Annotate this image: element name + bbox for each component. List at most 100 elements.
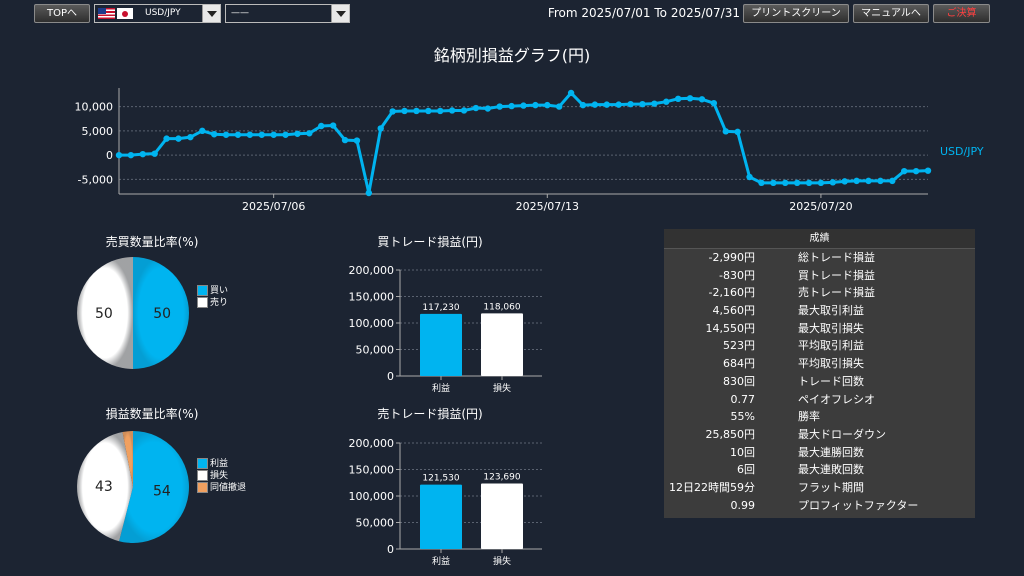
data-point xyxy=(758,179,765,187)
results-label: 総トレード損益 xyxy=(798,251,875,264)
results-value: 14,550円 xyxy=(705,321,756,335)
print-screen-button[interactable]: プリントスクリーン xyxy=(743,4,849,23)
y-tick-label: 150,000 xyxy=(349,291,395,304)
data-point xyxy=(674,95,682,102)
results-value: 523円 xyxy=(723,339,755,353)
legend-label: 同値撤退 xyxy=(210,483,247,493)
results-list: -2,990円 総トレード損益 -830円 買トレード損益 -2,160円 売トレード損益… xyxy=(664,249,975,514)
currency-pair-value: USD/JPY xyxy=(145,8,181,18)
results-value: 10回 xyxy=(730,445,755,459)
results-value: 6回 xyxy=(737,463,755,477)
legend-item-profit: 利益 xyxy=(197,458,246,470)
data-point xyxy=(460,107,468,114)
results-row: 12日22時間59分 フラット期間 xyxy=(664,479,975,497)
data-point xyxy=(865,177,872,185)
trade-ratio-legend: 買い 売り xyxy=(197,285,228,309)
results-label: 売トレード損益 xyxy=(798,286,875,300)
chevron-down-icon[interactable] xyxy=(202,5,220,22)
data-point xyxy=(246,131,254,138)
chevron-down-icon[interactable] xyxy=(331,5,349,22)
y-tick-label: 0 xyxy=(106,149,113,162)
results-value: 4,560円 xyxy=(712,304,756,318)
us-flag-icon xyxy=(98,8,115,19)
data-point xyxy=(591,101,599,108)
pl-ratio-legend: 利益 損失 同値撤退 xyxy=(197,458,246,494)
results-label: 平均取引損失 xyxy=(798,357,864,371)
profit-line-chart: 10,000 5,000 0 -5,000 2025/07/06 2025/07/13 20… xyxy=(75,88,984,213)
data-point xyxy=(734,128,741,136)
results-label: 最大取引利益 xyxy=(798,304,864,318)
currency-pair-select[interactable]: USD/JPY xyxy=(94,4,221,23)
data-point xyxy=(329,122,337,129)
data-point xyxy=(187,133,194,141)
data-point xyxy=(627,100,634,108)
results-label: 最大ドローダウン xyxy=(798,427,886,441)
y-tick-label: 200,000 xyxy=(349,437,395,450)
data-point xyxy=(746,173,753,181)
data-point xyxy=(163,135,170,142)
results-value: 25,850円 xyxy=(705,427,756,441)
x-tick-label: 2025/07/13 xyxy=(516,200,579,213)
data-point xyxy=(615,101,622,108)
results-value: 830回 xyxy=(723,374,755,388)
data-point xyxy=(532,101,539,109)
data-point xyxy=(710,99,718,107)
results-value: 684円 xyxy=(723,357,755,371)
results-row: 0.77 ペイオフレシオ xyxy=(664,391,975,409)
data-point xyxy=(782,179,789,187)
data-point xyxy=(686,95,694,102)
results-label: 平均取引利益 xyxy=(798,339,864,353)
x-tick-label: 損失 xyxy=(493,382,511,394)
data-point xyxy=(555,103,563,110)
y-tick-label: 50,000 xyxy=(356,344,395,357)
legend-swatch xyxy=(197,297,208,308)
data-point xyxy=(912,167,920,175)
data-point xyxy=(139,150,146,158)
results-header: 成績 xyxy=(664,229,975,249)
data-point xyxy=(341,136,349,144)
data-point xyxy=(520,102,527,109)
data-point xyxy=(306,130,313,137)
data-point xyxy=(770,179,777,187)
main-chart-title: 銘柄別損益グラフ(円) xyxy=(433,46,591,65)
results-value: 0.77 xyxy=(730,392,756,406)
pie-slice-label: 43 xyxy=(95,479,113,495)
buy-trade-pl-title: 買トレード損益(円) xyxy=(377,235,483,249)
bar-value-label: 117,230 xyxy=(422,303,459,313)
legend-label: 売り xyxy=(210,298,229,308)
data-point xyxy=(889,177,896,185)
data-point xyxy=(508,102,515,110)
data-point xyxy=(829,179,837,186)
manual-button[interactable]: マニュアルへ xyxy=(853,4,929,23)
results-row: 523円 平均取引利益 xyxy=(664,337,975,355)
legend-item-breakeven: 同値撤退 xyxy=(197,482,246,494)
data-point xyxy=(901,167,908,175)
bar-value-label: 118,060 xyxy=(483,302,520,312)
results-label: フラット期間 xyxy=(798,480,864,494)
bar-value-label: 121,530 xyxy=(422,474,459,484)
bar xyxy=(481,483,523,549)
results-row: 0.99 プロフィットファクター xyxy=(664,497,975,515)
close-button[interactable]: ご決算 xyxy=(933,4,990,23)
results-value: 12日22時間59分 xyxy=(669,480,755,494)
y-tick-label: 50,000 xyxy=(356,517,395,530)
series-label: USD/JPY xyxy=(940,145,984,158)
results-label: 買トレード損益 xyxy=(798,268,875,282)
data-point xyxy=(377,125,384,132)
results-value: -830円 xyxy=(719,268,755,282)
top-button[interactable]: TOPへ xyxy=(34,4,90,23)
results-label: 最大取引損失 xyxy=(798,321,864,335)
results-value: -2,990円 xyxy=(708,251,755,264)
data-point xyxy=(853,177,860,185)
data-point xyxy=(353,137,361,144)
results-panel: 成績 -2,990円 総トレード損益 -830円 買トレード損益 -2,160円 売トレー… xyxy=(664,229,975,518)
secondary-select[interactable]: —— xyxy=(225,4,350,23)
y-tick-label: 200,000 xyxy=(349,264,395,277)
results-value: 0.99 xyxy=(730,498,756,512)
trade-ratio-pie-chart: 50 50 xyxy=(77,257,189,369)
legend-swatch xyxy=(197,482,208,493)
data-point xyxy=(294,130,301,137)
pl-ratio-pie-chart: 54 43 xyxy=(77,431,190,543)
data-point xyxy=(413,107,420,115)
bar xyxy=(420,313,462,376)
